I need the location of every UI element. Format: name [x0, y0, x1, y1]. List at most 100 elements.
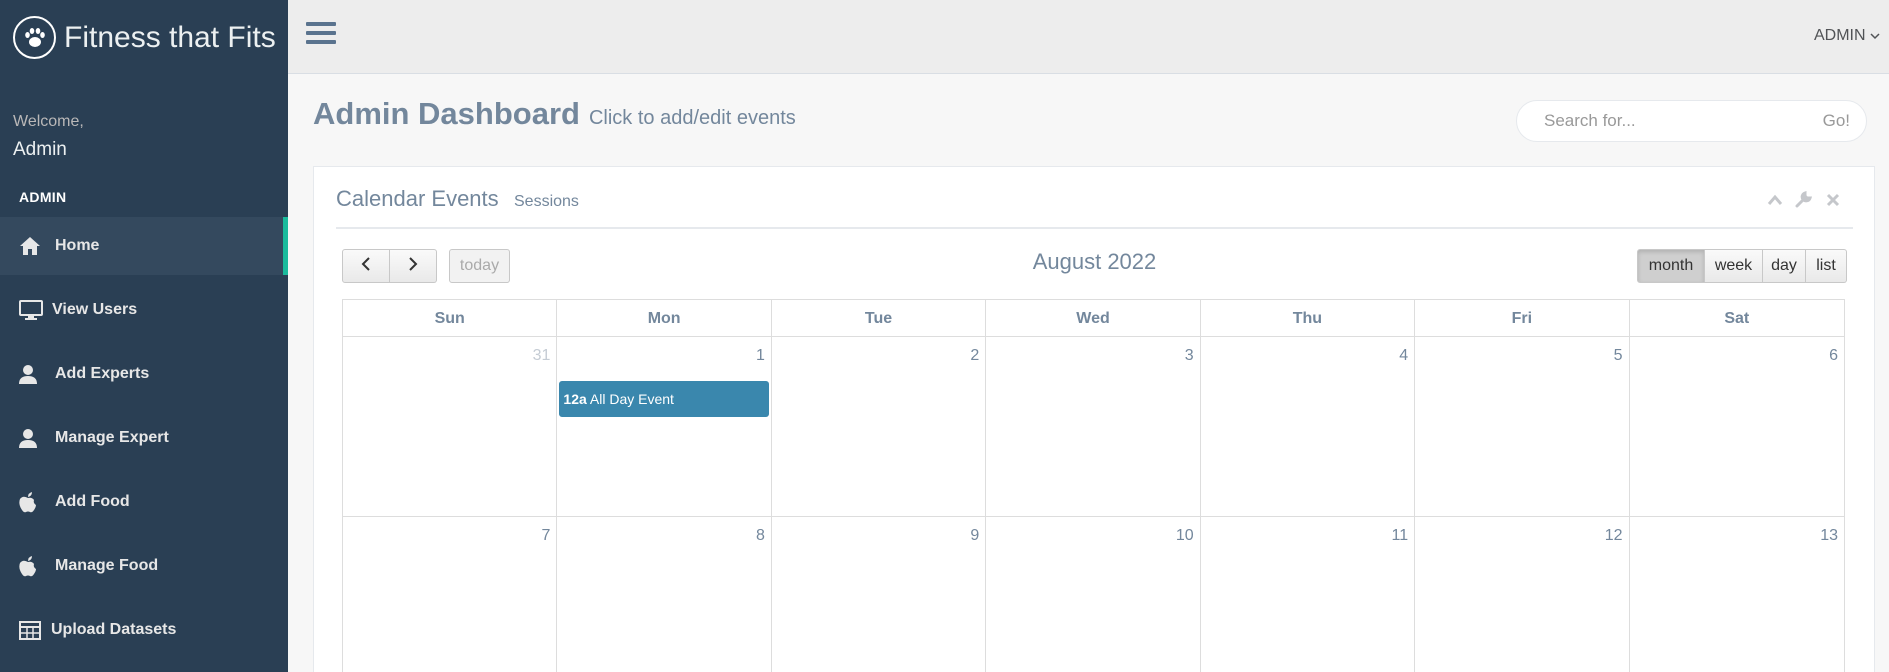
page-header: Admin Dashboard Click to add/edit events [313, 96, 796, 132]
view-day-button[interactable]: day [1763, 249, 1806, 283]
day-number: 7 [541, 527, 551, 544]
calendar-event[interactable]: 12a All Day Event [559, 381, 769, 417]
table-icon [19, 620, 51, 640]
day-cell[interactable]: 7 [343, 517, 558, 672]
sidebar-item-label: Manage Expert [55, 429, 169, 446]
user-icon [19, 428, 55, 448]
week-row: 31 1 12a All Day Event 2 3 4 5 6 [343, 337, 1844, 517]
day-of-week-header: Sun Mon Tue Wed Thu Fri Sat [343, 300, 1844, 337]
chevron-left-icon [361, 256, 371, 276]
chevron-down-icon [1870, 27, 1880, 44]
view-button-group: month week day list [1637, 249, 1847, 283]
dow-mon: Mon [557, 300, 772, 337]
day-cell[interactable]: 3 [986, 337, 1201, 516]
day-number: 2 [970, 347, 980, 364]
day-cell[interactable]: 6 [1630, 337, 1844, 516]
nav-button-group [342, 249, 437, 283]
day-cell[interactable]: 8 [557, 517, 772, 672]
sidebar-item-manage-expert[interactable]: Manage Expert [0, 409, 288, 467]
apple-icon [19, 555, 55, 577]
sidebar-item-label: Add Experts [55, 365, 150, 382]
sidebar-item-label: Manage Food [55, 557, 159, 574]
day-cell[interactable]: 12 [1415, 517, 1630, 672]
search-input[interactable] [1517, 111, 1807, 131]
day-number: 1 [755, 347, 765, 364]
close-icon[interactable] [1824, 191, 1841, 208]
user-menu-label: ADMIN [1813, 27, 1866, 44]
next-button[interactable] [390, 249, 437, 283]
brand-title: Fitness that Fits [64, 20, 276, 54]
paw-icon [13, 16, 56, 59]
day-number: 4 [1399, 347, 1409, 364]
sidebar-item-add-experts[interactable]: Add Experts [0, 345, 288, 403]
menu-toggle-icon[interactable] [306, 22, 336, 48]
welcome-block: Welcome, Admin [0, 75, 288, 161]
sidebar-item-upload-datasets[interactable]: Upload Datasets [0, 601, 288, 659]
calendar-toolbar: August 2022 today month week day list [342, 249, 1847, 285]
sidebar-item-manage-food[interactable]: Manage Food [0, 537, 288, 595]
panel-title: Calendar Events [336, 186, 499, 211]
dow-wed: Wed [986, 300, 1201, 337]
sidebar-item-label: Add Food [55, 493, 130, 510]
sidebar-section-title: ADMIN [19, 189, 67, 205]
day-cell[interactable]: 1 12a All Day Event [557, 337, 772, 516]
day-number: 9 [970, 527, 980, 544]
day-cell[interactable]: 13 [1630, 517, 1844, 672]
home-icon [19, 236, 55, 256]
day-number: 12 [1604, 527, 1623, 544]
calendar-title: August 2022 [1032, 249, 1157, 274]
page-subtitle: Click to add/edit events [588, 107, 796, 129]
panel-tools [1766, 191, 1841, 208]
welcome-label: Welcome, [13, 113, 84, 130]
dow-tue: Tue [772, 300, 987, 337]
day-number: 11 [1391, 527, 1409, 544]
day-number: 8 [755, 527, 765, 544]
calendar-grid: Sun Mon Tue Wed Thu Fri Sat 31 1 12a All… [342, 299, 1845, 672]
view-list-button[interactable]: list [1806, 249, 1847, 283]
day-cell[interactable]: 10 [986, 517, 1201, 672]
event-title: All Day Event [589, 391, 674, 407]
view-month-button[interactable]: month [1637, 249, 1705, 283]
dow-sat: Sat [1724, 310, 1750, 327]
wrench-icon[interactable] [1795, 191, 1812, 208]
day-cell[interactable]: 4 [1201, 337, 1416, 516]
day-number: 13 [1820, 527, 1838, 544]
chevron-right-icon [408, 256, 418, 276]
monitor-icon [19, 299, 52, 321]
calendar-panel: Calendar Events Sessions August 2022 tod… [313, 166, 1875, 672]
dow-fri: Fri [1415, 300, 1630, 337]
day-cell[interactable]: 11 [1201, 517, 1416, 672]
day-number: 10 [1175, 527, 1194, 544]
sidebar-menu: Home View Users Add Experts Manage Exper… [0, 217, 288, 659]
sidebar-item-view-users[interactable]: View Users [0, 281, 288, 339]
search-bar: Go! [1516, 100, 1867, 142]
day-number: 6 [1829, 347, 1838, 364]
view-week-button[interactable]: week [1705, 249, 1763, 283]
day-cell[interactable]: 2 [772, 337, 987, 516]
today-button[interactable]: today [449, 249, 510, 283]
week-row: 7 8 9 10 11 12 13 [343, 517, 1844, 672]
day-cell[interactable]: 31 [343, 337, 558, 516]
search-go-button[interactable]: Go! [1823, 111, 1850, 131]
panel-header: Calendar Events Sessions [336, 167, 1853, 229]
dow-sun: Sun [343, 300, 558, 337]
page-title: Admin Dashboard [313, 96, 580, 131]
day-cell[interactable]: 5 [1415, 337, 1630, 516]
sidebar: Fitness that Fits Welcome, Admin ADMIN H… [0, 0, 288, 672]
day-number: 31 [532, 347, 551, 364]
collapse-icon[interactable] [1766, 191, 1783, 208]
top-nav: ADMIN [288, 0, 1889, 74]
brand[interactable]: Fitness that Fits [0, 0, 288, 75]
day-cell[interactable]: 9 [772, 517, 987, 672]
today-group: today [449, 249, 510, 283]
apple-icon [19, 491, 55, 513]
event-time: 12a [563, 391, 587, 407]
sidebar-item-add-food[interactable]: Add Food [0, 473, 288, 531]
welcome-name: Admin [13, 139, 67, 160]
panel-subtitle: Sessions [514, 193, 579, 210]
sidebar-item-home[interactable]: Home [0, 217, 288, 275]
user-menu[interactable]: ADMIN [1814, 27, 1880, 45]
sidebar-item-label: View Users [52, 301, 138, 318]
dow-thu: Thu [1201, 300, 1416, 337]
prev-button[interactable] [342, 249, 390, 283]
